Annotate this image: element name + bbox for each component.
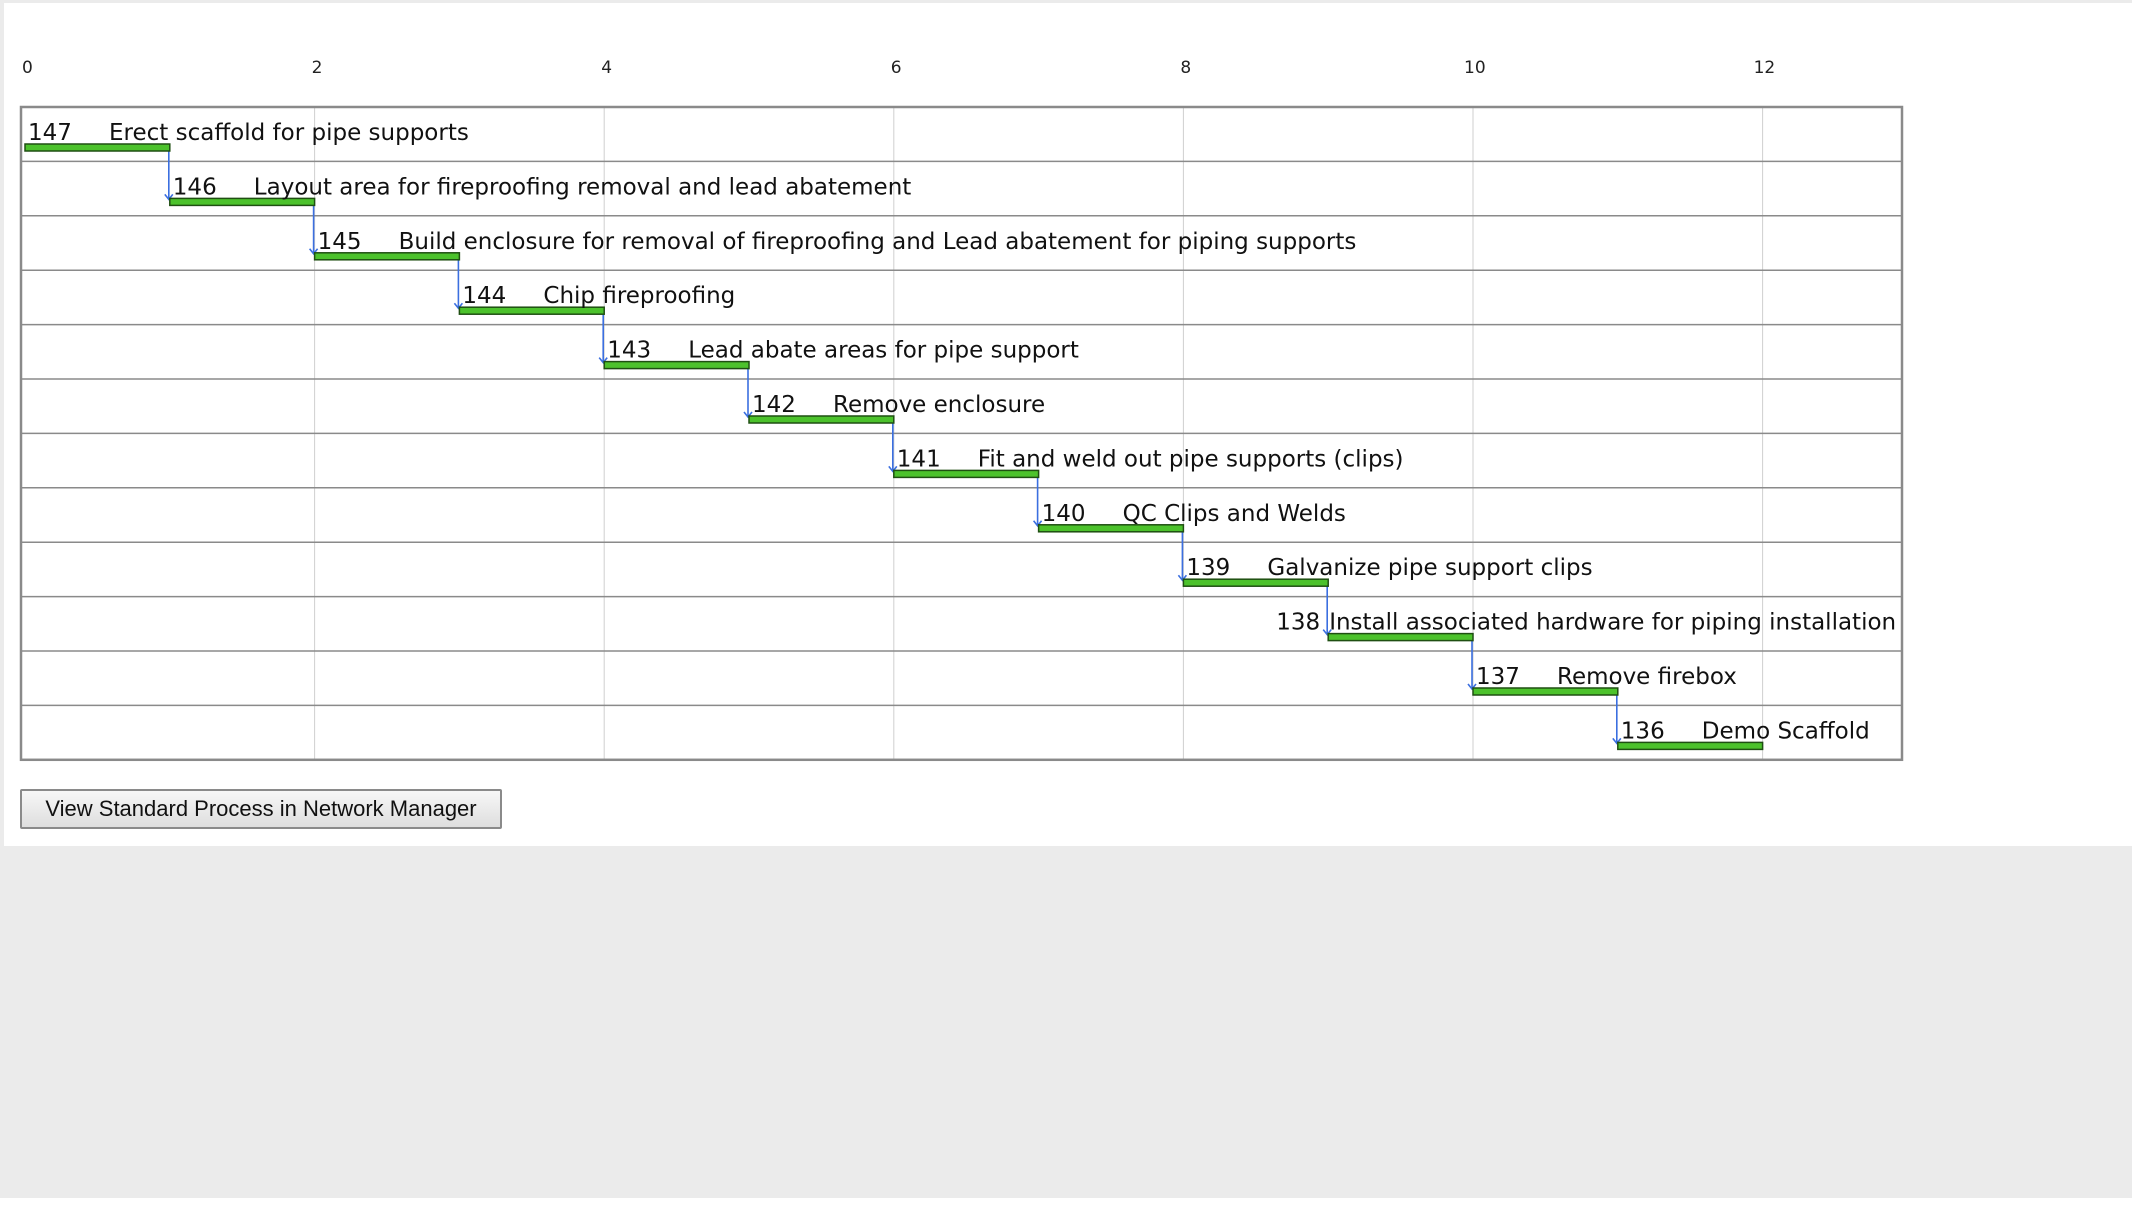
task-name: Remove enclosure — [833, 392, 1045, 418]
axis-tick-label: 2 — [312, 58, 323, 78]
bottom-strip — [0, 1198, 2132, 1220]
task-id: 145 — [318, 229, 362, 255]
axis-tick-label: 12 — [1754, 58, 1776, 78]
gantt-panel: 0 2 4 6 8 10 12 147 Erect scaffold for pipe supp… — [4, 3, 2132, 846]
task-name: Fit and weld out pipe supports (clips) — [978, 446, 1404, 472]
task-id: 143 — [607, 338, 651, 364]
task-id: 144 — [462, 283, 506, 309]
axis-tick-label: 0 — [22, 58, 33, 78]
task-name: Lead abate areas for pipe support — [688, 338, 1079, 364]
task-name: Remove firebox — [1557, 664, 1737, 690]
task-name: QC Clips and Welds — [1123, 501, 1346, 527]
task-id: 147 — [28, 120, 72, 146]
axis-tick-label: 8 — [1180, 58, 1191, 78]
task-id: 140 — [1042, 501, 1086, 527]
task-id: 137 — [1476, 664, 1520, 690]
axis-tick-label: 4 — [601, 58, 612, 78]
task-name: Chip fireproofing — [543, 283, 735, 309]
axis-tick-label: 6 — [891, 58, 902, 78]
gantt-chart: 0 2 4 6 8 10 12 147 Erect scaffold for pipe supp… — [19, 58, 1904, 762]
task-name: Install associated hardware for piping i… — [1329, 610, 1896, 636]
task-id: 136 — [1621, 718, 1665, 744]
task-name: Erect scaffold for pipe supports — [109, 120, 469, 146]
axis-tick-label: 10 — [1464, 58, 1486, 78]
task-id: 138 — [1276, 610, 1320, 636]
task-name: Demo Scaffold — [1702, 718, 1870, 744]
task-name: Galvanize pipe support clips — [1267, 555, 1592, 581]
task-id: 146 — [173, 174, 217, 200]
task-id: 141 — [897, 446, 941, 472]
view-standard-process-button[interactable]: View Standard Process in Network Manager — [20, 789, 502, 829]
task-id: 142 — [752, 392, 796, 418]
task-name: Build enclosure for removal of fireproof… — [399, 229, 1357, 255]
task-name: Layout area for fireproofing removal and… — [254, 174, 912, 200]
task-id: 139 — [1186, 555, 1230, 581]
